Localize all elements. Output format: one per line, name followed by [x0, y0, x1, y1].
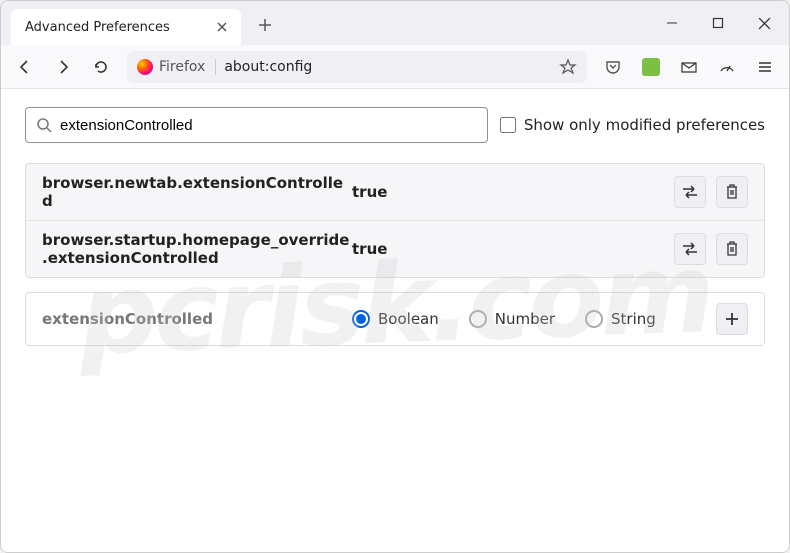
type-options: Boolean Number String	[352, 310, 716, 328]
extension-icon[interactable]	[635, 51, 667, 83]
back-button[interactable]	[9, 51, 41, 83]
content-area: Show only modified preferences browser.n…	[1, 89, 789, 552]
delete-button[interactable]	[716, 176, 748, 208]
type-string[interactable]: String	[585, 310, 656, 328]
identity-box[interactable]: Firefox	[137, 59, 216, 75]
titlebar: Advanced Preferences	[1, 1, 789, 45]
add-button[interactable]	[716, 303, 748, 335]
toggle-button[interactable]	[674, 176, 706, 208]
forward-button[interactable]	[47, 51, 79, 83]
search-icon	[36, 117, 52, 133]
delete-button[interactable]	[716, 233, 748, 265]
type-label: Boolean	[378, 310, 439, 328]
minimize-button[interactable]	[649, 1, 695, 45]
mail-icon[interactable]	[673, 51, 705, 83]
gauge-icon[interactable]	[711, 51, 743, 83]
browser-tab[interactable]: Advanced Preferences	[11, 9, 241, 45]
close-tab-icon[interactable]	[213, 18, 231, 36]
pocket-icon[interactable]	[597, 51, 629, 83]
show-modified-label: Show only modified preferences	[524, 116, 765, 134]
type-label: String	[611, 310, 656, 328]
close-window-button[interactable]	[741, 1, 787, 45]
identity-label: Firefox	[159, 59, 205, 75]
nav-toolbar: Firefox about:config	[1, 45, 789, 89]
new-preference-name: extensionControlled	[42, 310, 352, 328]
bookmark-star-icon[interactable]	[559, 58, 577, 76]
new-tab-button[interactable]	[249, 9, 281, 41]
show-modified-checkbox[interactable]	[500, 117, 516, 133]
type-boolean[interactable]: Boolean	[352, 310, 439, 328]
type-number[interactable]: Number	[469, 310, 555, 328]
new-preference-row: extensionControlled Boolean Number Strin…	[25, 292, 765, 346]
toggle-button[interactable]	[674, 233, 706, 265]
tab-title: Advanced Preferences	[21, 20, 213, 35]
preference-name: browser.newtab.extensionControlled	[42, 174, 352, 210]
url-bar[interactable]: Firefox about:config	[127, 51, 587, 83]
search-box[interactable]	[25, 107, 488, 143]
radio-icon	[469, 310, 487, 328]
preference-name: browser.startup.homepage_override.extens…	[42, 231, 352, 267]
type-label: Number	[495, 310, 555, 328]
reload-button[interactable]	[85, 51, 117, 83]
preference-value: true	[352, 183, 674, 201]
preference-row: browser.startup.homepage_override.extens…	[26, 221, 764, 277]
preference-list: browser.newtab.extensionControlled true …	[25, 163, 765, 278]
show-modified-checkbox-row[interactable]: Show only modified preferences	[500, 116, 765, 134]
menu-button[interactable]	[749, 51, 781, 83]
maximize-button[interactable]	[695, 1, 741, 45]
search-input[interactable]	[60, 117, 477, 134]
preference-row: browser.newtab.extensionControlled true	[26, 164, 764, 221]
firefox-icon	[137, 59, 153, 75]
preference-value: true	[352, 240, 674, 258]
url-text: about:config	[224, 59, 559, 75]
radio-icon	[352, 310, 370, 328]
radio-icon	[585, 310, 603, 328]
